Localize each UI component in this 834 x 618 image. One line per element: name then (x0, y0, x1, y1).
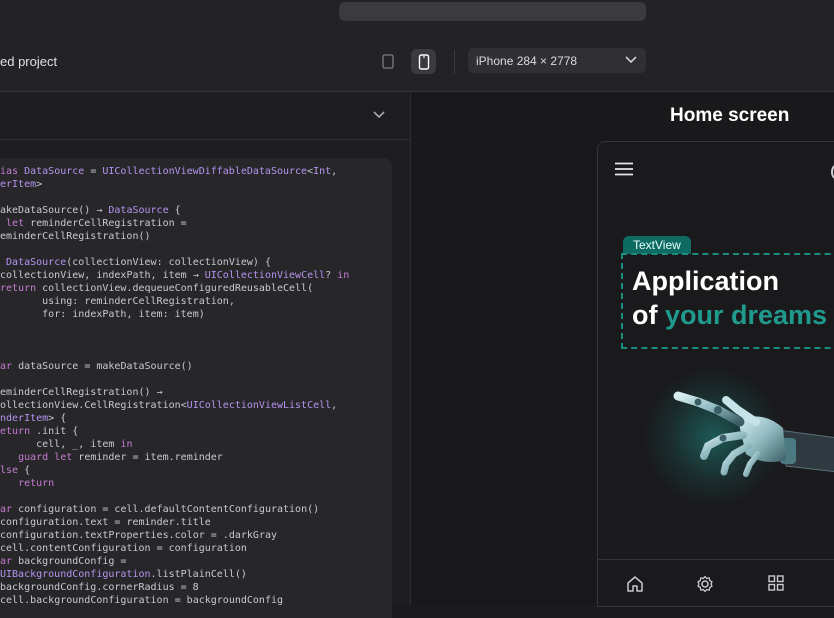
grid-icon[interactable] (768, 575, 784, 591)
robot-hand-icon (673, 391, 834, 477)
code-line: ollectionView.CellRegistration<UICollect… (0, 400, 338, 411)
settings-icon[interactable] (696, 575, 714, 593)
tablet-icon (381, 54, 394, 69)
code-line: lse { (0, 465, 31, 476)
code-line: cell, _, item in (36, 439, 133, 450)
code-line: return (18, 478, 55, 489)
code-line: collectionView, indexPath, item → UIColl… (0, 270, 350, 281)
bottom-navigation (598, 559, 834, 606)
headline-line-2: of your dreams (632, 300, 827, 331)
top-toolbar: ed project iPhone 284 × 2778 (0, 0, 834, 92)
menu-icon[interactable] (615, 162, 633, 176)
code-line: eturn .init { (0, 426, 79, 437)
code-line: cell.backgroundConfiguration = backgroun… (0, 595, 283, 606)
toolbar-divider (454, 50, 455, 74)
code-line: UIBackgroundConfiguration.listPlainCell(… (0, 569, 247, 580)
code-line: DataSource(collectionView: collectionVie… (6, 257, 271, 268)
device-select[interactable]: iPhone 284 × 2778 (468, 48, 646, 73)
code-line: return collectionView.dequeueConfiguredR… (0, 283, 314, 294)
code-line: eminderCellRegistration() (0, 231, 151, 242)
code-line: akeDataSource() → DataSource { (0, 205, 181, 216)
textview-badge: TextView (623, 236, 691, 254)
code-panel-header[interactable] (0, 92, 410, 140)
code-line: eminderCellRegistration() → (0, 387, 163, 398)
home-icon[interactable] (626, 575, 644, 593)
chevron-down-icon (625, 56, 637, 64)
code-line: erItem> (0, 179, 43, 190)
phone-view-button[interactable] (411, 49, 436, 74)
device-select-label: iPhone 284 × 2778 (476, 53, 578, 68)
code-line: ias DataSource = UICollectionViewDiffabl… (0, 166, 338, 177)
project-name[interactable]: ed project (0, 54, 57, 69)
chevron-down-icon[interactable] (371, 108, 387, 122)
headline-line-1: Application (632, 266, 779, 296)
code-line: nderItem> { (0, 413, 67, 424)
tablet-view-button[interactable] (375, 49, 400, 74)
code-line: let reminderCellRegistration = (6, 218, 187, 229)
code-line: ar configuration = cell.defaultContentCo… (0, 504, 320, 515)
code-line: configuration.text = reminder.title (0, 517, 211, 528)
code-line: backgroundConfig.cornerRadius = 8 (0, 582, 199, 593)
address-bar[interactable] (339, 2, 646, 21)
headline-accent: your dreams (665, 300, 828, 330)
code-line: cell.contentConfiguration = configuratio… (0, 543, 247, 554)
code-line: for: indexPath, item: item) (42, 309, 205, 320)
headline-prefix: of (632, 300, 665, 330)
code-line: guard let reminder = item.reminder (18, 452, 223, 463)
code-line: using: reminderCellRegistration, (42, 296, 235, 307)
code-line: ar dataSource = makeDataSource() (0, 361, 193, 372)
code-line: configuration.textProperties.color = .da… (0, 530, 278, 541)
code-text[interactable]: ias DataSource = UICollectionViewDiffabl… (0, 165, 392, 607)
phone-preview: TextView Application of your dreams (597, 141, 834, 607)
screen-title: Home screen (670, 105, 790, 126)
phone-icon (418, 53, 429, 70)
code-line: ar backgroundConfig = (0, 556, 127, 567)
